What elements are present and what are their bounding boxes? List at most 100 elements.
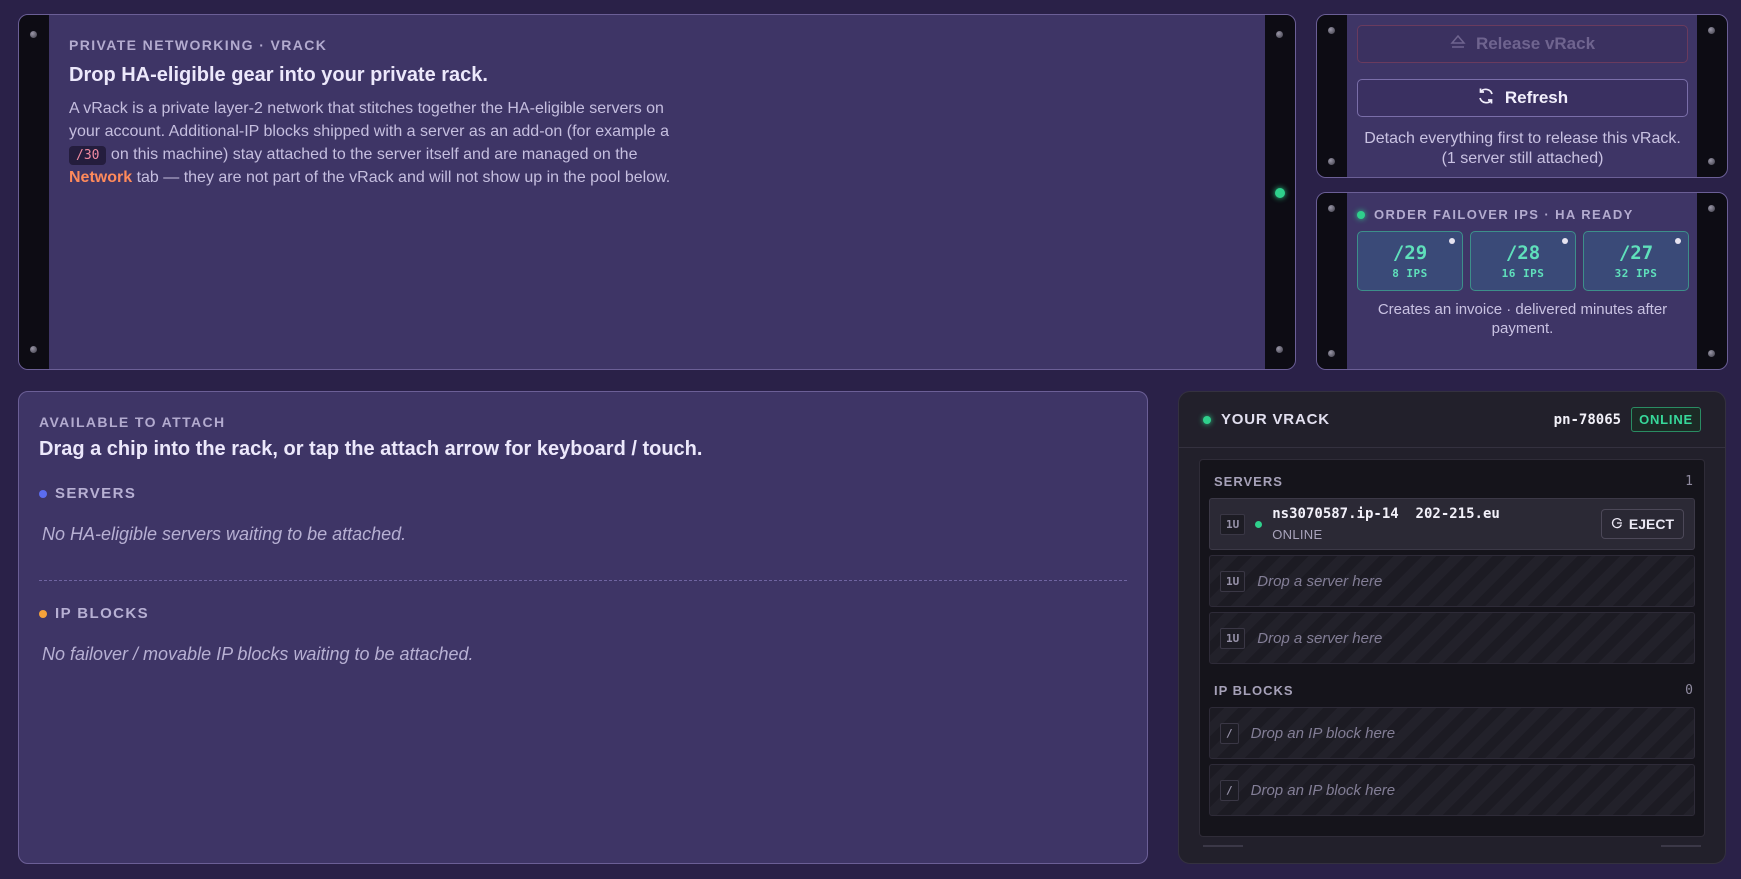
screw (30, 31, 37, 38)
option-dot (1449, 238, 1455, 244)
screw (1328, 205, 1335, 212)
rack-rail-left (19, 15, 49, 369)
intro-panel: PRIVATE NETWORKING · VRACK Drop HA-eligi… (18, 14, 1296, 370)
server-drop-slot[interactable]: 1U Drop a server here (1209, 555, 1695, 607)
option-dot (1562, 238, 1568, 244)
rack-rail-left (1317, 15, 1347, 177)
intro-text: tab — they are not part of the vRack and… (132, 169, 671, 186)
failover-option-28[interactable]: /28 16 IPS (1470, 231, 1576, 291)
option-cidr: /29 (1392, 242, 1428, 264)
servers-label: SERVERS (55, 485, 137, 502)
server-hostname: ns3070587.ip-14 202-215.eu (1272, 506, 1500, 522)
vrack-id: pn-78065 (1553, 411, 1622, 428)
ipblocks-label: IP BLOCKS (55, 605, 150, 622)
option-cidr: /27 (1618, 242, 1654, 264)
network-tab-link[interactable]: Network (69, 169, 132, 186)
refresh-label: Refresh (1504, 88, 1569, 107)
option-ips: 32 IPS (1614, 267, 1658, 280)
release-vrack-button[interactable]: Release vRack (1357, 25, 1688, 63)
ipblocks-section-header: IP BLOCKS (39, 605, 1127, 622)
vrack-servers-header: SERVERS 1 (1200, 474, 1704, 489)
rack-foot (1203, 845, 1243, 847)
server-info: ns3070587.ip-14 202-215.eu ONLINE (1272, 506, 1500, 542)
vrack-ipblocks-label: IP BLOCKS (1214, 683, 1294, 698)
ipblocks-bullet (39, 609, 47, 618)
vrack-header: YOUR VRACK pn-78065 ONLINE (1179, 392, 1725, 448)
failover-option-29[interactable]: /29 8 IPS (1357, 231, 1463, 291)
drop-placeholder: Drop a server here (1257, 629, 1383, 647)
option-cidr: /28 (1505, 242, 1541, 264)
rack-unit-tag: 1U (1220, 570, 1246, 592)
screw (30, 346, 37, 353)
vrack-panel: YOUR VRACK pn-78065 ONLINE SERVERS 1 1U … (1178, 391, 1726, 864)
failover-panel: ORDER FAILOVER IPS · HA READY /29 8 IPS … (1316, 192, 1728, 370)
drop-placeholder: Drop a server here (1257, 572, 1383, 590)
servers-section-header: SERVERS (39, 485, 1127, 502)
screw (1708, 158, 1715, 165)
ipblock-tag: / (1220, 779, 1239, 801)
screw (1276, 31, 1283, 38)
ipblock-drop-slot[interactable]: / Drop an IP block here (1209, 764, 1695, 816)
vrack-ipblocks-header: IP BLOCKS 0 (1200, 683, 1704, 698)
rack-rail-right (1697, 15, 1727, 177)
screw (1328, 27, 1335, 34)
rack-rail-right (1265, 15, 1295, 369)
ipblock-tag: / (1220, 722, 1239, 744)
screw (1708, 205, 1715, 212)
intro-text: on this machine) stay attached to the se… (106, 146, 638, 163)
intro-text: A vRack is a private layer-2 network tha… (69, 100, 670, 140)
server-slot-filled[interactable]: 1U ns3070587.ip-14 202-215.eu ONLINE EJE… (1209, 498, 1695, 550)
code-snippet: /30 (69, 146, 107, 165)
option-ips: 8 IPS (1392, 267, 1428, 280)
option-ips: 16 IPS (1501, 267, 1545, 280)
screw (1328, 158, 1335, 165)
vrack-servers-count: 1 (1685, 474, 1694, 489)
status-led (1357, 210, 1365, 219)
failover-option-27[interactable]: /27 32 IPS (1583, 231, 1689, 291)
failover-options: /29 8 IPS /28 16 IPS /27 32 IPS (1357, 231, 1689, 291)
status-led (1275, 188, 1285, 198)
eject-icon (1450, 34, 1466, 54)
server-status: ONLINE (1272, 527, 1323, 542)
drop-placeholder: Drop an IP block here (1250, 724, 1396, 742)
rack-rail-right (1697, 193, 1727, 369)
server-status-led (1255, 520, 1263, 528)
release-note: Detach everything first to release this … (1364, 130, 1681, 167)
screw (1708, 350, 1715, 357)
ipblocks-empty-message: No failover / movable IP blocks waiting … (42, 644, 474, 664)
intro-description: A vRack is a private layer-2 network tha… (69, 97, 689, 189)
servers-bullet (39, 489, 47, 498)
screw (1276, 346, 1283, 353)
screw (1708, 27, 1715, 34)
ipblock-drop-slot[interactable]: / Drop an IP block here (1209, 707, 1695, 759)
rack-unit-tag: 1U (1220, 513, 1246, 535)
server-drop-slot[interactable]: 1U Drop a server here (1209, 612, 1695, 664)
rack-rail-left (1317, 193, 1347, 369)
status-led (1203, 415, 1211, 424)
available-eyebrow: AVAILABLE TO ATTACH (39, 414, 226, 430)
intro-eyebrow: PRIVATE NETWORKING · VRACK (69, 37, 328, 53)
option-dot (1675, 238, 1681, 244)
vrack-title: YOUR VRACK (1221, 411, 1330, 428)
failover-title: ORDER FAILOVER IPS · HA READY (1374, 207, 1634, 222)
release-panel: Release vRack Refresh Detach everything … (1316, 14, 1728, 178)
available-headline: Drag a chip into the rack, or tap the at… (39, 438, 703, 460)
section-divider (39, 580, 1127, 581)
drop-placeholder: Drop an IP block here (1250, 781, 1396, 799)
screw (1328, 350, 1335, 357)
rack-unit-tag: 1U (1220, 627, 1246, 649)
status-badge: ONLINE (1631, 407, 1701, 432)
release-vrack-label: Release vRack (1475, 34, 1596, 53)
available-panel: AVAILABLE TO ATTACH Drag a chip into the… (18, 391, 1148, 864)
eject-label: EJECT (1628, 516, 1674, 532)
failover-header: ORDER FAILOVER IPS · HA READY (1357, 207, 1634, 222)
intro-headline: Drop HA-eligible gear into your private … (69, 64, 488, 86)
refresh-button[interactable]: Refresh (1357, 79, 1688, 117)
vrack-ipblocks-count: 0 (1685, 683, 1694, 698)
eject-circle-icon (1611, 516, 1623, 532)
refresh-icon (1477, 87, 1495, 110)
failover-note: Creates an invoice · delivered minutes a… (1377, 301, 1668, 337)
vrack-servers-label: SERVERS (1214, 474, 1283, 489)
rack-foot (1661, 845, 1701, 847)
eject-button[interactable]: EJECT (1600, 509, 1684, 539)
